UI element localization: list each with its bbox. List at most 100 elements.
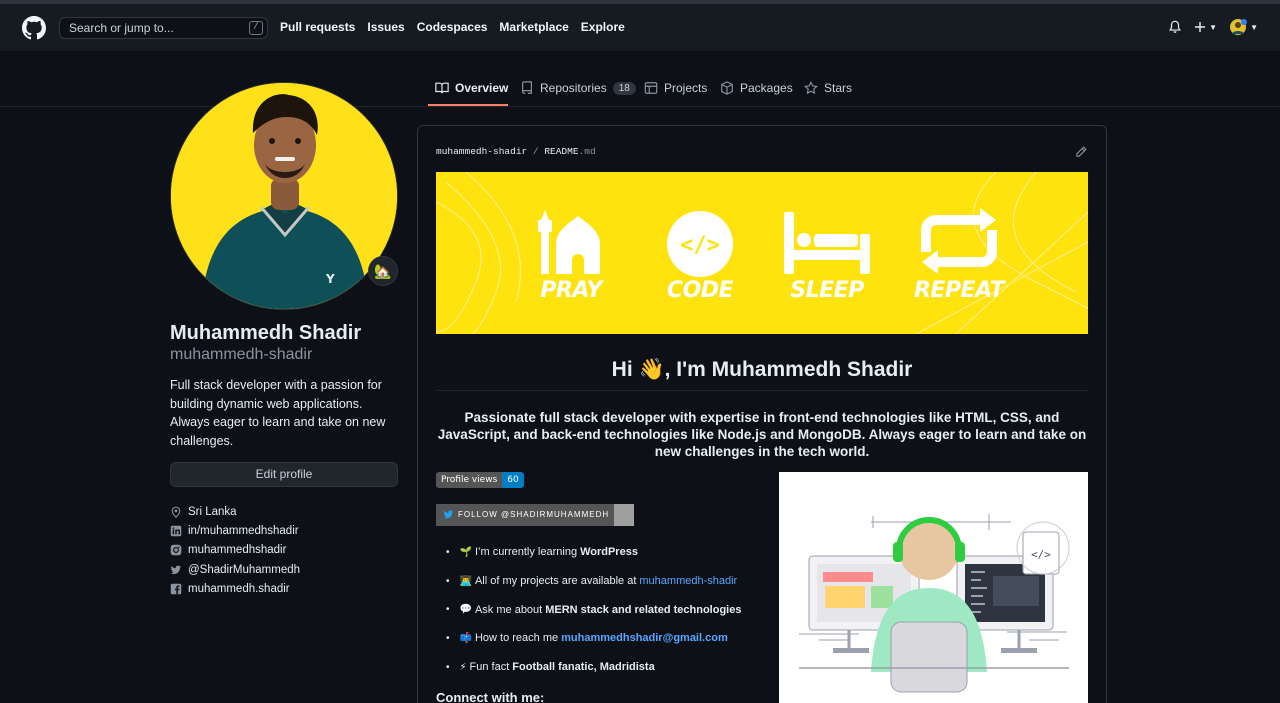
profile-bio: Full stack developer with a passion for … bbox=[170, 378, 386, 448]
profile-facebook[interactable]: muhammedh.shadir bbox=[170, 579, 300, 598]
connect-heading: Connect with me: bbox=[436, 690, 545, 703]
create-new-menu[interactable]: ▼ bbox=[1194, 21, 1217, 33]
heading-divider bbox=[436, 390, 1088, 391]
nav-marketplace[interactable]: Marketplace bbox=[499, 20, 568, 34]
profile-avatar[interactable]: Y bbox=[170, 82, 398, 310]
list-item: 👨‍💻 All of my projects are available at … bbox=[446, 567, 741, 596]
email-link[interactable]: muhammedhshadir@gmail.com bbox=[561, 632, 728, 644]
speech-bubble-icon: 💬 bbox=[459, 604, 472, 616]
plus-icon bbox=[1195, 22, 1206, 32]
bed-icon bbox=[784, 212, 870, 274]
header-actions: ▼ ▼ bbox=[1168, 18, 1258, 36]
twitter-link[interactable]: @ShadirMuhammedh bbox=[188, 564, 300, 576]
list-item: 📫 How to reach me muhammedhshadir@gmail.… bbox=[446, 624, 741, 653]
seedling-icon: 🌱 bbox=[459, 546, 472, 558]
search-input[interactable]: Search or jump to... / bbox=[59, 17, 268, 39]
follow-label: FOLLOW @SHADIRMUHAMMEDH bbox=[458, 510, 610, 519]
nav-pull-requests[interactable]: Pull requests bbox=[280, 20, 355, 34]
user-menu[interactable]: ▼ bbox=[1229, 18, 1258, 36]
item-bold: Football fanatic, Madridista bbox=[512, 661, 655, 674]
svg-text:</>: </> bbox=[680, 233, 720, 258]
lightning-icon: ⚡ bbox=[459, 661, 467, 673]
facebook-link[interactable]: muhammedh.shadir bbox=[188, 583, 290, 595]
crumb-user[interactable]: muhammedh-shadir bbox=[436, 146, 527, 157]
global-header: Search or jump to... / Pull requests Iss… bbox=[0, 4, 1280, 51]
location-text: Sri Lanka bbox=[188, 505, 237, 518]
nav-issues[interactable]: Issues bbox=[367, 20, 404, 34]
readme-heading: Hi 👋, I'm Muhammedh Shadir bbox=[611, 358, 913, 381]
location-icon bbox=[171, 506, 181, 518]
views-count: 60 bbox=[502, 472, 524, 488]
tab-label: Packages bbox=[740, 81, 793, 95]
item-bold: WordPress bbox=[580, 546, 638, 559]
readme-banner: PRAY </> CODE SLEEP REPEAT bbox=[436, 172, 1088, 334]
avatar-photo: Y bbox=[171, 83, 397, 309]
profile-twitter[interactable]: @ShadirMuhammedh bbox=[170, 560, 300, 579]
tab-label: Repositories bbox=[540, 81, 607, 95]
mailbox-icon: 📫 bbox=[459, 632, 472, 644]
views-label: Profile views bbox=[436, 472, 503, 488]
nav-explore[interactable]: Explore bbox=[581, 20, 625, 34]
profile-location: Sri Lanka bbox=[170, 502, 300, 521]
repeat-icon bbox=[921, 208, 997, 274]
mosque-icon bbox=[538, 210, 600, 274]
profile-name: Muhammedh Shadir bbox=[170, 322, 362, 344]
tab-overview[interactable]: Overview bbox=[435, 80, 508, 96]
package-icon bbox=[721, 81, 733, 95]
profile-linkedin[interactable]: in/muhammedhshadir bbox=[170, 521, 300, 540]
item-text: Fun fact bbox=[469, 661, 510, 674]
nav-codespaces[interactable]: Codespaces bbox=[417, 20, 488, 34]
crumb-file[interactable]: README bbox=[544, 146, 578, 157]
svg-text:</>: </> bbox=[1031, 548, 1051, 561]
readme-tagline: Passionate full stack developer with exp… bbox=[437, 410, 1087, 459]
tab-stars[interactable]: Stars bbox=[804, 80, 852, 96]
banner-label: CODE bbox=[666, 278, 734, 303]
tab-projects[interactable]: Projects bbox=[644, 80, 707, 96]
search-placeholder: Search or jump to... bbox=[69, 21, 174, 35]
tab-packages[interactable]: Packages bbox=[720, 80, 793, 96]
twitter-icon bbox=[443, 510, 454, 519]
banner-label: SLEEP bbox=[790, 278, 864, 303]
book-icon bbox=[435, 82, 449, 94]
profile-login: muhammedh-shadir bbox=[170, 346, 313, 363]
banner-code: </> CODE bbox=[645, 172, 755, 334]
about-list: 🌱 I’m currently learning WordPress 👨‍💻 A… bbox=[446, 538, 742, 681]
developer-at-desk-illustration: </> bbox=[799, 514, 1070, 693]
readme-breadcrumb: muhammedh-shadir / README.md bbox=[436, 146, 596, 157]
github-logo-icon[interactable] bbox=[22, 16, 46, 40]
status-emoji[interactable]: 🏡 bbox=[368, 256, 398, 286]
instagram-icon bbox=[170, 544, 182, 556]
banner-label: PRAY bbox=[540, 278, 602, 303]
linkedin-link[interactable]: in/muhammedhshadir bbox=[188, 525, 299, 537]
repo-icon bbox=[522, 81, 532, 94]
bell-icon[interactable] bbox=[1168, 20, 1182, 34]
developer-illustration: </> bbox=[779, 472, 1088, 703]
projects-link[interactable]: muhammedh-shadir bbox=[639, 575, 737, 587]
follow-badge-left: FOLLOW @SHADIRMUHAMMEDH bbox=[436, 504, 614, 526]
profile-tabs: Overview Repositories 18 Projects Packag… bbox=[0, 51, 1280, 107]
item-bold: MERN stack and related technologies bbox=[545, 603, 742, 616]
crumb-ext: .md bbox=[578, 146, 596, 157]
edit-pencil-icon[interactable] bbox=[1075, 146, 1087, 158]
banner-repeat: REPEAT bbox=[904, 172, 1014, 334]
list-item: 🌱 I’m currently learning WordPress bbox=[446, 538, 741, 567]
item-text: All of my projects are available at bbox=[474, 575, 637, 588]
tab-repositories[interactable]: Repositories 18 bbox=[520, 80, 636, 96]
crumb-separator: / bbox=[532, 146, 539, 157]
tab-label: Overview bbox=[455, 81, 509, 95]
edit-profile-button[interactable]: Edit profile bbox=[170, 462, 398, 487]
tab-label: Projects bbox=[664, 81, 708, 95]
chevron-down-icon: ▼ bbox=[1209, 22, 1218, 32]
technologist-icon: 👨‍💻 bbox=[459, 575, 472, 587]
twitter-icon bbox=[170, 565, 182, 574]
item-text: Ask me about bbox=[474, 603, 543, 616]
profile-details: Sri Lanka in/muhammedhshadir muhammedhsh… bbox=[170, 502, 300, 598]
profile-instagram[interactable]: muhammedhshadir bbox=[170, 541, 300, 560]
search-shortcut-key: / bbox=[249, 21, 263, 35]
star-icon bbox=[804, 81, 818, 95]
twitter-follow-badge[interactable]: FOLLOW @SHADIRMUHAMMEDH bbox=[436, 504, 634, 526]
chevron-down-icon: ▼ bbox=[1250, 22, 1258, 32]
table-icon bbox=[644, 82, 658, 94]
instagram-link[interactable]: muhammedhshadir bbox=[188, 544, 286, 556]
banner-pray: PRAY bbox=[516, 172, 626, 334]
